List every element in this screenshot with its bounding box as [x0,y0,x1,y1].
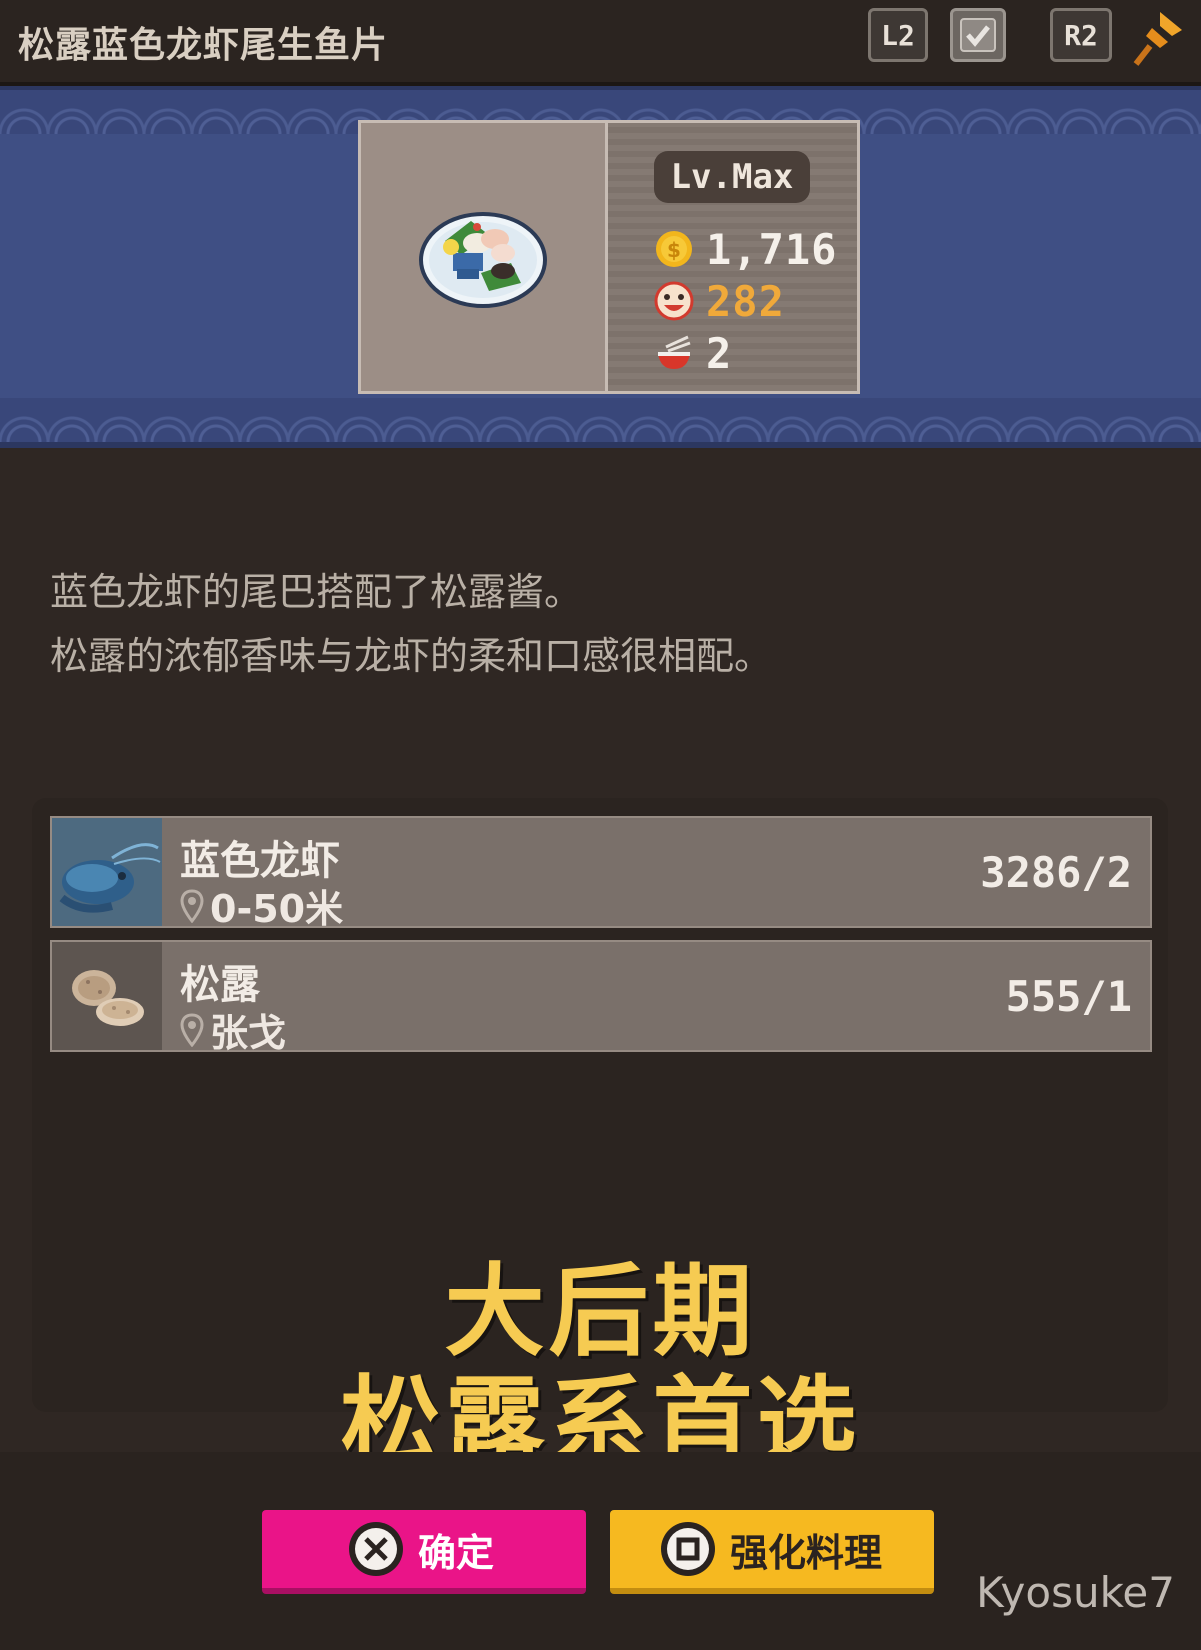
price-row: $ 1,716 [654,224,838,274]
taste-face-icon [654,281,694,321]
servings-row: 2 [654,328,733,378]
ingredient-location-text: 0-50米 [210,887,344,931]
price-value: 1,716 [706,224,838,274]
taste-value: 282 [706,276,785,326]
cross-button-icon [349,1522,403,1576]
servings-value: 2 [706,328,733,378]
taste-row: 282 [654,276,785,326]
ingredient-quantity: 555/1 [1005,972,1132,1021]
ingredient-thumb [52,818,162,926]
top-bar: 松露蓝色龙虾尾生鱼片 L2 R2 [0,0,1201,86]
blue-lobster-icon [52,818,162,926]
svg-text:$: $ [667,238,681,262]
watermark: Kyosuke7 [976,1568,1175,1617]
coin-icon: $ [656,231,692,267]
ingredient-quantity: 3286/2 [980,848,1132,897]
ingredient-location-text: 张戈 [210,1011,287,1055]
description-line-1: 蓝色龙虾的尾巴搭配了松露酱。 [50,570,583,614]
description-line-2: 松露的浓郁香味与龙虾的柔和口感很相配。 [50,634,773,678]
ingredient-row[interactable]: 蓝色龙虾 0-50米 3286/2 [50,816,1152,931]
sashimi-plate-icon [419,212,547,308]
l2-button[interactable]: L2 [868,8,928,62]
location-pin-icon [180,1012,204,1047]
ingredient-location: 0-50米 [180,878,343,933]
truffle-icon [52,942,162,1050]
ingredient-row[interactable]: 松露 张戈 555/1 [50,940,1152,1055]
dish-stats-panel: Lv.Max $ 1,716 282 2 [608,120,860,394]
enhance-dish-button[interactable]: 强化料理 [610,1510,934,1594]
square-button-icon [661,1522,715,1576]
checkmark-icon [960,18,996,52]
bowl-icon [658,335,691,369]
dish-title: 松露蓝色龙虾尾生鱼片 [18,25,389,66]
dish-image-panel [358,120,608,394]
checklist-button[interactable] [950,8,1006,62]
r2-button[interactable]: R2 [1050,8,1112,62]
enhance-dish-label: 强化料理 [730,1530,883,1575]
location-pin-icon [180,888,204,923]
dish-description: 蓝色龙虾的尾巴搭配了松露酱。 松露的浓郁香味与龙虾的柔和口感很相配。 [50,560,1150,688]
ingredient-location: 张戈 [180,1002,286,1057]
pin-icon[interactable] [1130,8,1186,70]
footer-bar: 确定 强化料理 [0,1452,1201,1650]
confirm-button[interactable]: 确定 [262,1510,586,1594]
ingredient-thumb [52,942,162,1050]
level-badge: Lv.Max [654,151,810,203]
confirm-label: 确定 [418,1530,495,1575]
wave-pattern-bottom [0,398,1201,442]
